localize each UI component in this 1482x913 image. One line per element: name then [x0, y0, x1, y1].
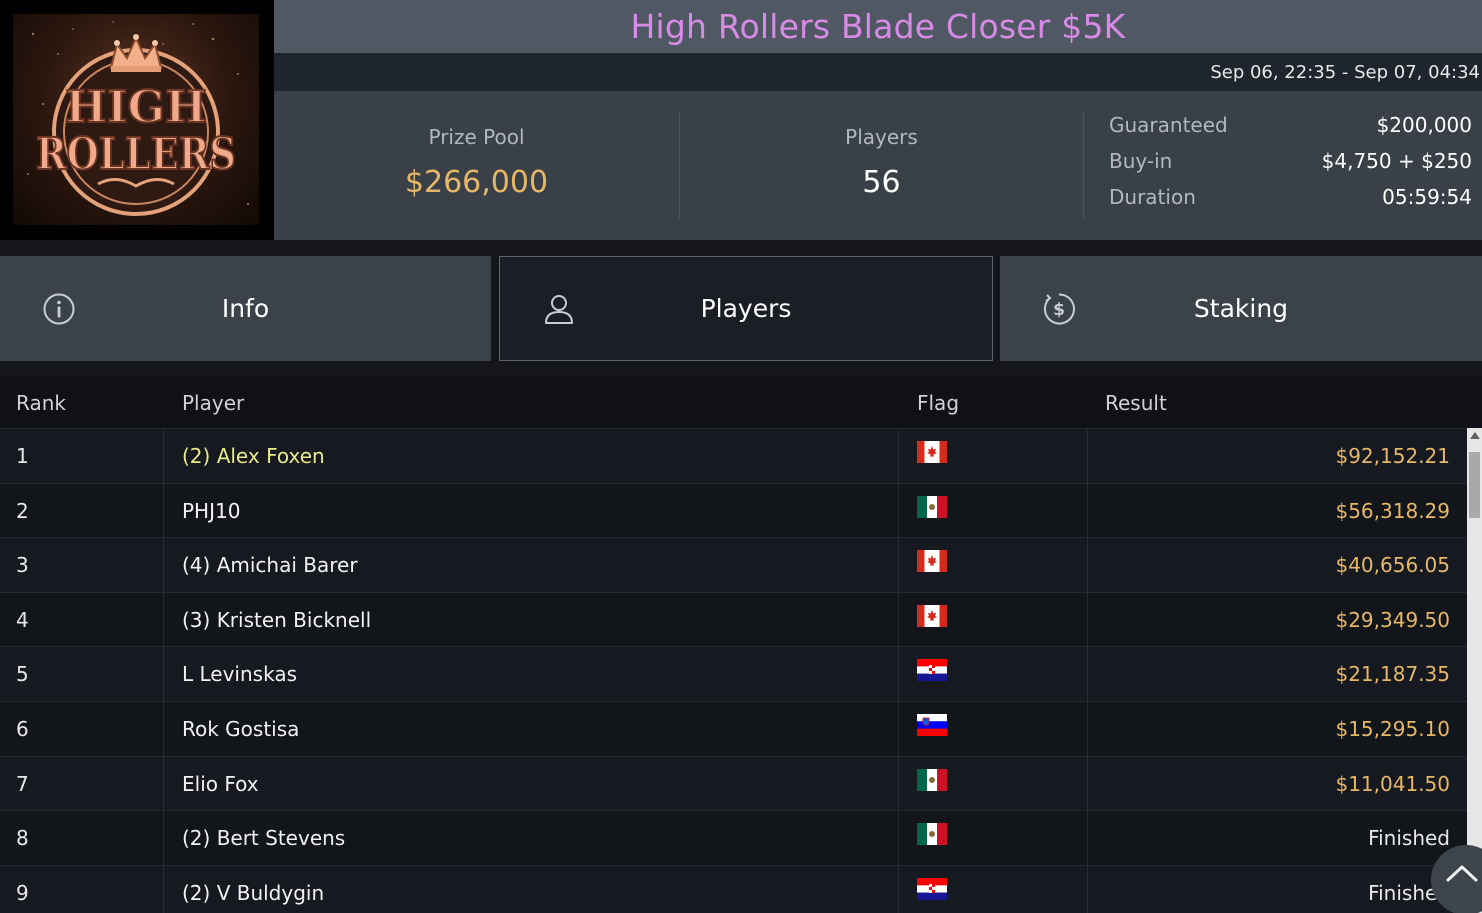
column-header-player[interactable]: Player — [182, 391, 244, 415]
player-rank: 2 — [16, 498, 29, 523]
player-result: $40,656.05 — [1335, 553, 1450, 578]
column-header-flag[interactable]: Flag — [917, 391, 959, 415]
table-row[interactable]: 4 (3) Kristen Bicknell $29,349.50 — [0, 591, 1467, 647]
player-name[interactable]: (4) Amichai Barer — [182, 553, 358, 577]
player-result: $21,187.35 — [1335, 662, 1450, 687]
player-rank: 4 — [16, 607, 29, 632]
tournament-title: High Rollers Blade Closer $5K — [630, 7, 1126, 46]
tournament-logo: HIGH ROLLERS — [0, 0, 274, 240]
player-rank: 1 — [16, 444, 29, 468]
flag-canada-icon — [917, 604, 947, 627]
players-count-box: Players 56 — [679, 111, 1084, 219]
flag-mexico-icon — [917, 768, 947, 791]
logo-text-line2: ROLLERS — [36, 129, 236, 180]
logo-text-line1: HIGH — [65, 82, 206, 133]
table-row[interactable]: 6 Rok Gostisa $15,295.10 — [0, 700, 1467, 756]
table-row[interactable]: 3 (4) Amichai Barer $40,656.05 — [0, 537, 1467, 592]
detail-value: 05:59:54 — [1382, 185, 1472, 209]
chevron-up-icon — [1446, 865, 1478, 882]
players-count-value: 56 — [862, 165, 901, 200]
prize-pool-label: Prize Pool — [428, 125, 525, 149]
player-name[interactable]: L Levinskas — [182, 662, 297, 686]
table-row[interactable]: 8 (2) Bert Stevens Finished — [0, 810, 1467, 865]
tab-players-label: Players — [700, 294, 792, 323]
player-name[interactable]: Elio Fox — [182, 772, 259, 796]
date-bar: Sep 06, 22:35 - Sep 07, 04:34 — [274, 53, 1482, 91]
player-result: $92,152.21 — [1335, 444, 1450, 468]
table-row[interactable]: 1 (2) Alex Foxen $92,152.21 — [0, 428, 1467, 483]
table-body: 1 (2) Alex Foxen $92,152.21 2 PHJ10 $56,318.2… — [0, 428, 1467, 913]
detail-label: Duration — [1109, 185, 1196, 209]
player-result: $15,295.10 — [1335, 716, 1450, 741]
table-row[interactable]: 2 PHJ10 $56,318.29 — [0, 482, 1467, 538]
detail-duration: Duration 05:59:54 — [1109, 185, 1472, 221]
title-bar: High Rollers Blade Closer $5K — [274, 0, 1482, 53]
high-rollers-logo-image: HIGH ROLLERS — [13, 14, 259, 225]
player-rank: 3 — [16, 553, 29, 578]
player-name[interactable]: PHJ10 — [182, 499, 240, 523]
flag-croatia-icon — [917, 659, 947, 682]
player-result: $56,318.29 — [1335, 498, 1450, 523]
scrollbar-thumb[interactable] — [1469, 452, 1480, 518]
prize-pool-box: Prize Pool $266,000 — [274, 111, 679, 219]
tab-info-label: Info — [221, 294, 270, 323]
player-rank: 7 — [16, 771, 29, 796]
player-rank: 8 — [16, 826, 29, 851]
tab-players[interactable]: Players — [499, 256, 993, 361]
column-header-rank[interactable]: Rank — [16, 391, 66, 415]
tab-bar: Info Players $ Staking — [0, 256, 1482, 361]
flag-mexico-icon — [917, 495, 947, 518]
player-name[interactable]: (3) Kristen Bicknell — [182, 608, 371, 632]
tournament-date-range: Sep 06, 22:35 - Sep 07, 04:34 — [1210, 61, 1480, 83]
detail-guaranteed: Guaranteed $200,000 — [1109, 113, 1472, 149]
table-row[interactable]: 7 Elio Fox $11,041.50 — [0, 755, 1467, 811]
flag-croatia-icon — [917, 877, 947, 900]
player-result: Finished — [1368, 826, 1450, 851]
player-rank: 9 — [16, 880, 29, 905]
column-divider — [898, 428, 899, 913]
table-row[interactable]: 5 L Levinskas $21,187.35 — [0, 646, 1467, 701]
tab-staking[interactable]: $ Staking — [1000, 256, 1482, 361]
column-divider — [1087, 428, 1088, 913]
tab-info[interactable]: Info — [0, 256, 491, 361]
table-header: Rank Player Flag Result — [0, 376, 1467, 428]
detail-value: $200,000 — [1376, 113, 1472, 137]
player-rank: 5 — [16, 662, 29, 687]
flag-canada-icon — [917, 550, 947, 573]
column-divider — [163, 428, 164, 913]
detail-label: Buy-in — [1109, 149, 1173, 173]
player-result: $11,041.50 — [1335, 771, 1450, 796]
players-count-label: Players — [845, 125, 918, 149]
tournament-details: Guaranteed $200,000 Buy-in $4,750 + $250… — [1109, 113, 1472, 221]
tab-staking-label: Staking — [1193, 294, 1289, 323]
flag-mexico-icon — [917, 823, 947, 846]
player-rank: 6 — [16, 716, 29, 741]
player-name[interactable]: (2) Bert Stevens — [182, 826, 345, 850]
detail-label: Guaranteed — [1109, 113, 1228, 137]
column-header-result[interactable]: Result — [1105, 391, 1167, 415]
tournament-stats: Prize Pool $266,000 Players 56 Guarantee… — [274, 91, 1482, 240]
flag-slovenia-icon — [917, 713, 947, 736]
player-name[interactable]: (2) V Buldygin — [182, 881, 324, 905]
detail-buy-in: Buy-in $4,750 + $250 — [1109, 149, 1472, 185]
detail-value: $4,750 + $250 — [1321, 149, 1472, 173]
player-result: $29,349.50 — [1335, 607, 1450, 632]
prize-pool-value: $266,000 — [404, 165, 549, 200]
flag-canada-icon — [917, 441, 947, 463]
players-table: Rank Player Flag Result 1 (2) Alex Foxen $… — [0, 376, 1482, 913]
player-name[interactable]: Rok Gostisa — [182, 717, 299, 741]
player-name[interactable]: (2) Alex Foxen — [182, 444, 325, 468]
table-scrollbar[interactable] — [1467, 428, 1482, 913]
scroll-up-arrow-icon[interactable] — [1470, 432, 1480, 439]
table-row[interactable]: 9 (2) V Buldygin Finished — [0, 864, 1467, 913]
